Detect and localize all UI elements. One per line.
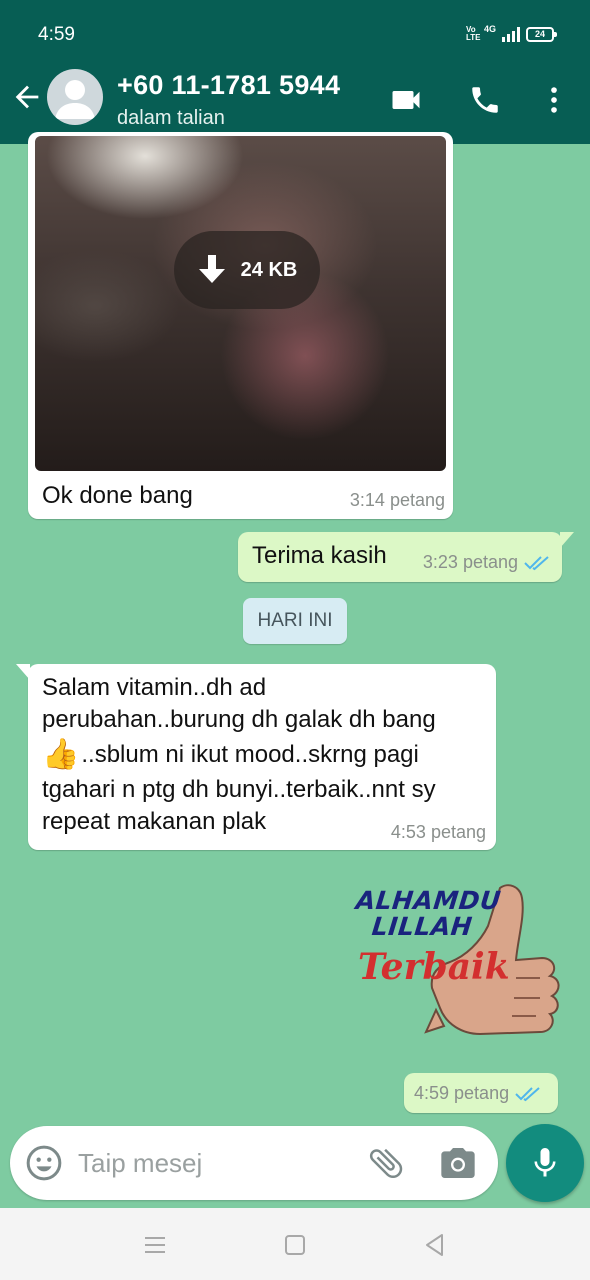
read-receipt-icon [524, 555, 549, 570]
message-meta: 4:59 petang [414, 1083, 543, 1104]
mic-button[interactable] [506, 1124, 584, 1202]
system-indicators: Vo LTE 4G 24 [465, 24, 557, 42]
message-composer [10, 1126, 498, 1200]
volte-indicator: Vo LTE [465, 25, 481, 42]
more-vert-icon[interactable] [534, 80, 574, 120]
date-separator: HARI INI [243, 598, 347, 644]
message-line: Salam vitamin..dh ad [42, 674, 267, 701]
battery-icon: 24 [526, 26, 557, 42]
incoming-image-message[interactable]: 24 KB Ok done bang 3:14 petang [28, 132, 453, 519]
message-line-with-emoji: 👍 ..sblum ni ikut mood..skrng pagi [42, 736, 492, 774]
back-icon[interactable] [420, 1230, 450, 1260]
contact-avatar[interactable] [47, 69, 103, 125]
bubble-tail [560, 532, 574, 548]
attach-icon[interactable] [366, 1143, 406, 1183]
incoming-text-message[interactable]: Salam vitamin..dh ad perubahan..burung d… [16, 664, 496, 850]
contact-status: dalam talian [117, 107, 225, 129]
message-time: 3:14 petang [349, 490, 445, 510]
video-call-icon[interactable] [386, 80, 426, 120]
download-button[interactable]: 24 KB [174, 231, 320, 309]
outgoing-text-message[interactable]: Terima kasih 3:23 petang [238, 532, 574, 582]
home-icon[interactable] [280, 1230, 310, 1260]
sticker-message[interactable]: ALHAMDU LILLAH Terbaik [350, 878, 570, 1074]
thumbs-up-emoji-icon: 👍 [42, 738, 80, 771]
message-input[interactable] [78, 1142, 348, 1184]
contact-name[interactable]: +60 11-1781 5944 [117, 70, 340, 101]
message-meta: 3:23 petang [423, 552, 552, 573]
bubble-tail [16, 664, 30, 680]
message-line: ..sblum ni ikut mood..skrng pagi [81, 741, 419, 768]
sticker-text-line: ALHAMDU [354, 886, 503, 915]
camera-icon[interactable] [438, 1143, 478, 1183]
status-time: 4:59 [38, 24, 75, 45]
image-caption: Ok done bang [42, 482, 193, 509]
voice-call-icon[interactable] [465, 80, 505, 120]
network-type: 4G [483, 24, 496, 34]
message-time: 4:53 petang [390, 822, 486, 842]
menu-icon[interactable] [140, 1230, 170, 1260]
message-line: tgahari n ptg dh bunyi..terbaik..nnt sy [42, 776, 436, 803]
message-text: Terima kasih [252, 542, 387, 569]
sticker-meta-bubble: 4:59 petang [404, 1073, 558, 1113]
mic-icon [534, 1148, 556, 1177]
emoji-icon[interactable] [24, 1143, 64, 1183]
message-time: 4:59 petang [414, 1083, 510, 1103]
message-time: 3:23 petang [422, 552, 518, 572]
system-navigation-bar [0, 1208, 590, 1280]
sticker-text-line: LILLAH [370, 912, 474, 941]
status-bar: 4:59 Vo LTE 4G 24 [0, 0, 590, 52]
read-receipt-icon [515, 1086, 540, 1101]
back-arrow-icon[interactable] [10, 80, 44, 114]
sticker-text-line: Terbaik [358, 946, 510, 988]
blurred-image-preview[interactable]: 24 KB [35, 136, 446, 471]
chat-header: +60 11-1781 5944 dalam talian [0, 52, 590, 144]
signal-icon [502, 26, 520, 42]
download-size: 24 KB [240, 258, 298, 281]
message-text: Salam vitamin..dh ad perubahan..burung d… [42, 672, 492, 838]
message-line: perubahan..burung dh galak dh bang [42, 706, 436, 733]
download-icon [198, 255, 225, 283]
